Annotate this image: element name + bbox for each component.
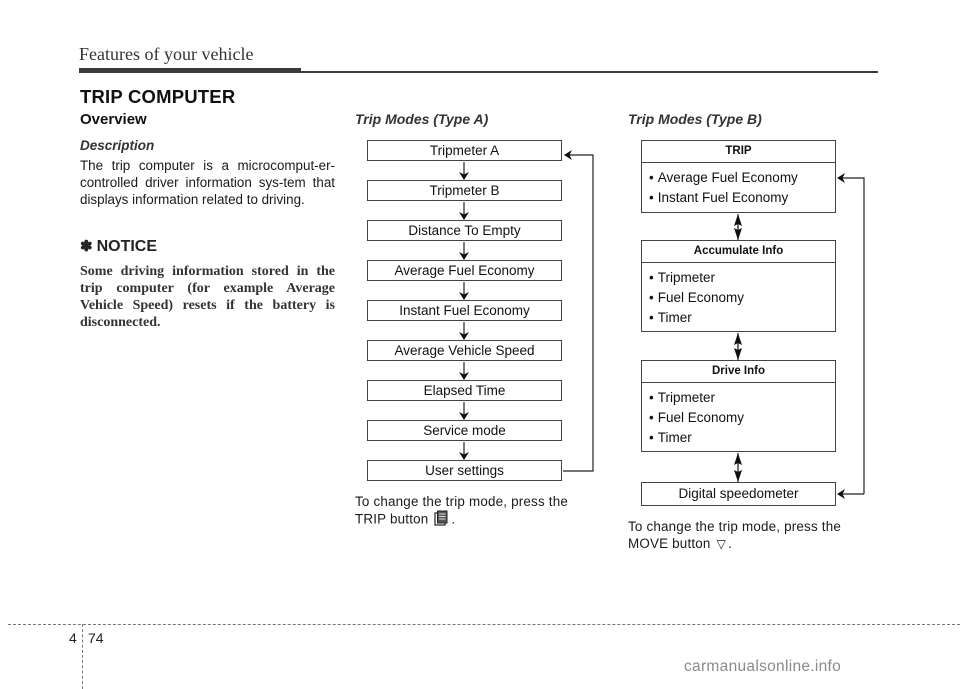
type-a-caption-line2-wrap: TRIP button. bbox=[355, 510, 568, 530]
type-b-group-item: Fuel Economy bbox=[649, 408, 835, 428]
double-arrow-icon bbox=[734, 453, 742, 482]
type-b-group-item: Fuel Economy bbox=[649, 288, 835, 308]
type-a-mode-box: Elapsed Time bbox=[367, 380, 562, 401]
running-header: Features of your vehicle bbox=[79, 44, 254, 64]
type-b-group-item: Average Fuel Economy bbox=[649, 168, 835, 188]
type-b-caption-end: . bbox=[728, 536, 732, 551]
type-a-mode-box: Average Vehicle Speed bbox=[367, 340, 562, 361]
trip-button-icon bbox=[434, 510, 448, 530]
type-a-caption-end: . bbox=[451, 511, 456, 527]
notice-heading-label: NOTICE bbox=[96, 238, 158, 255]
footer-divider bbox=[82, 624, 83, 689]
type-a-mode-box: Instant Fuel Economy bbox=[367, 300, 562, 321]
type-b-caption-line1: To change the trip mode, press the bbox=[628, 519, 841, 534]
notice-star-icon: ✽ bbox=[80, 238, 93, 255]
type-b-group-title: TRIP bbox=[642, 141, 835, 163]
description-body: The trip computer is a microcomput-er-co… bbox=[80, 158, 335, 207]
type-a-mode-box: Distance To Empty bbox=[367, 220, 562, 241]
type-b-group-trip: TRIP Average Fuel Economy Instant Fuel E… bbox=[641, 140, 836, 213]
header-rule-thin bbox=[301, 71, 878, 73]
description-heading: Description bbox=[80, 138, 155, 153]
type-a-mode-box: Tripmeter B bbox=[367, 180, 562, 201]
type-a-mode-box: Tripmeter A bbox=[367, 140, 562, 161]
type-a-mode-box: User settings bbox=[367, 460, 562, 481]
type-a-loop-arrow bbox=[563, 150, 594, 472]
notice-body: Some driving information stored in the t… bbox=[80, 264, 335, 330]
type-b-caption: To change the trip mode, press the MOVE … bbox=[628, 518, 841, 553]
type-b-group-item: Tripmeter bbox=[649, 388, 835, 408]
type-b-caption-line2-wrap: MOVE button ▽. bbox=[628, 535, 841, 553]
type-b-group-item: Instant Fuel Economy bbox=[649, 188, 835, 208]
type-b-loop-arrow-top bbox=[837, 173, 865, 494]
type-b-group-item: Tripmeter bbox=[649, 268, 835, 288]
type-a-caption: To change the trip mode, press the TRIP … bbox=[355, 493, 568, 530]
watermark: carmanualsonline.info bbox=[684, 658, 842, 675]
move-button-icon: ▽ bbox=[716, 537, 727, 551]
type-b-final-mode-box: Digital speedometer bbox=[641, 482, 836, 506]
header-rule-thick bbox=[79, 68, 301, 73]
type-b-group-item: Timer bbox=[649, 428, 835, 448]
page-number: 74 bbox=[88, 630, 104, 646]
footer-rule bbox=[8, 624, 960, 625]
type-a-heading: Trip Modes (Type A) bbox=[355, 111, 489, 127]
type-a-caption-line2: TRIP button bbox=[355, 511, 429, 527]
double-arrow-icon bbox=[734, 214, 742, 240]
section-title: TRIP COMPUTER bbox=[80, 86, 236, 107]
type-b-group-title: Drive Info bbox=[642, 361, 835, 383]
type-a-mode-box: Service mode bbox=[367, 420, 562, 441]
chapter-number: 4 bbox=[69, 630, 77, 646]
double-arrow-icon bbox=[734, 333, 742, 360]
type-a-mode-box: Average Fuel Economy bbox=[367, 260, 562, 281]
type-b-group-drive-info: Drive Info Tripmeter Fuel Economy Timer bbox=[641, 360, 836, 452]
type-b-group-item: Timer bbox=[649, 308, 835, 328]
type-b-heading: Trip Modes (Type B) bbox=[628, 111, 762, 127]
overview-heading: Overview bbox=[80, 111, 147, 128]
type-b-group-title: Accumulate Info bbox=[642, 241, 835, 263]
notice-heading: ✽ NOTICE bbox=[80, 237, 157, 256]
type-b-group-accumulate-info: Accumulate Info Tripmeter Fuel Economy T… bbox=[641, 240, 836, 332]
type-b-caption-line2: MOVE button bbox=[628, 536, 711, 551]
type-a-caption-line1: To change the trip mode, press the bbox=[355, 494, 568, 509]
